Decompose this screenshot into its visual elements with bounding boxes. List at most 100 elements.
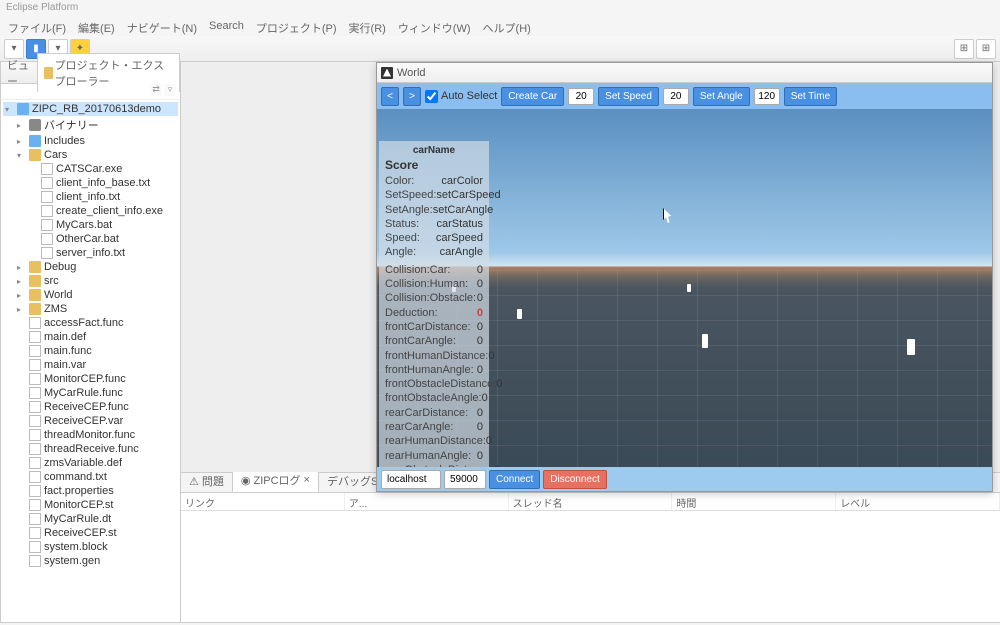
- menu-project[interactable]: プロジェクト(P): [256, 20, 337, 34]
- toolbar-perspective-1[interactable]: ⊞: [954, 39, 974, 59]
- close-icon[interactable]: ×: [304, 474, 310, 486]
- hud-key: Deduction:: [385, 306, 438, 320]
- menu-navigate[interactable]: ナビゲート(N): [127, 20, 197, 34]
- create-car-button[interactable]: Create Car: [501, 87, 564, 106]
- folder-icon: [29, 289, 41, 301]
- tree-node[interactable]: ▸Includes: [3, 134, 178, 148]
- tree-node[interactable]: ▸ZMS: [3, 302, 178, 316]
- link-editor-icon[interactable]: ⇄: [150, 84, 162, 96]
- view-menu-icon[interactable]: ▿: [164, 84, 176, 96]
- auto-select-checkbox[interactable]: Auto Select: [425, 90, 497, 103]
- tab-problems[interactable]: ⚠ 問題: [181, 470, 232, 492]
- tree-node[interactable]: CATSCar.exe: [3, 162, 178, 176]
- view-tabs: ビュー プロジェクト・エクスプローラー: [1, 62, 180, 84]
- col-thread[interactable]: スレッド名: [509, 493, 673, 510]
- col-a[interactable]: ア...: [345, 493, 509, 510]
- col-link[interactable]: リンク: [181, 493, 345, 510]
- menu-file[interactable]: ファイル(F): [8, 20, 66, 34]
- hud-value: 0: [486, 434, 492, 448]
- tree-node[interactable]: accessFact.func: [3, 316, 178, 330]
- world-title-text: World: [397, 67, 426, 79]
- toolbar-perspective-2[interactable]: ⊞: [976, 39, 996, 59]
- world-window: World < > Auto Select Create Car Set Spe…: [376, 62, 993, 492]
- menu-help[interactable]: ヘルプ(H): [483, 20, 531, 34]
- hud-key: frontObstacleAngle:: [385, 391, 482, 405]
- tree-node[interactable]: OtherCar.bat: [3, 232, 178, 246]
- disconnect-button[interactable]: Disconnect: [543, 470, 606, 489]
- tree-node[interactable]: ▸バイナリー: [3, 116, 178, 134]
- menu-search[interactable]: Search: [209, 20, 244, 34]
- chevron-icon[interactable]: ▸: [17, 263, 26, 272]
- unity-icon: [381, 67, 393, 79]
- tree-node-label: ReceiveCEP.st: [44, 527, 117, 539]
- auto-select-input[interactable]: [425, 90, 438, 103]
- tree-root[interactable]: ▾ ZIPC_RB_20170613demo: [3, 102, 178, 116]
- col-level[interactable]: レベル: [836, 493, 1000, 510]
- hud-key: Collision:Car:: [385, 263, 450, 277]
- col-time[interactable]: 時間: [672, 493, 836, 510]
- tree-node[interactable]: system.gen: [3, 554, 178, 568]
- port-input[interactable]: [444, 470, 486, 489]
- menu-run[interactable]: 実行(R): [349, 20, 386, 34]
- tree-node[interactable]: ReceiveCEP.var: [3, 414, 178, 428]
- world-titlebar[interactable]: World: [377, 63, 992, 83]
- tree-node[interactable]: server_info.txt: [3, 246, 178, 260]
- tree-node[interactable]: command.txt: [3, 470, 178, 484]
- tree-node[interactable]: client_info_base.txt: [3, 176, 178, 190]
- tree-node[interactable]: main.func: [3, 344, 178, 358]
- time-input[interactable]: [754, 88, 780, 105]
- file-icon: [41, 191, 53, 203]
- tree-node-label: command.txt: [44, 471, 107, 483]
- host-input[interactable]: [381, 470, 441, 489]
- chevron-icon[interactable]: ▸: [17, 305, 26, 314]
- tree-node[interactable]: threadReceive.func: [3, 442, 178, 456]
- tree-node[interactable]: ▸src: [3, 274, 178, 288]
- set-time-button[interactable]: Set Time: [784, 87, 837, 106]
- file-icon: [29, 429, 41, 441]
- chevron-icon[interactable]: ▸: [17, 137, 26, 146]
- prev-car-button[interactable]: <: [381, 87, 399, 106]
- file-icon: [29, 471, 41, 483]
- tree-node[interactable]: main.def: [3, 330, 178, 344]
- tree-node[interactable]: main.var: [3, 358, 178, 372]
- next-car-button[interactable]: >: [403, 87, 421, 106]
- tree-node-label: system.block: [44, 541, 108, 553]
- speed-input[interactable]: [568, 88, 594, 105]
- menu-window[interactable]: ウィンドウ(W): [398, 20, 471, 34]
- tree-node[interactable]: MonitorCEP.st: [3, 498, 178, 512]
- tree-node[interactable]: system.block: [3, 540, 178, 554]
- chevron-down-icon[interactable]: ▾: [5, 105, 14, 114]
- tree-node[interactable]: MyCarRule.func: [3, 386, 178, 400]
- hud-key: Collision:Human:: [385, 277, 468, 291]
- tree-node[interactable]: MyCarRule.dt: [3, 512, 178, 526]
- tree-node[interactable]: ▾Cars: [3, 148, 178, 162]
- tree-node[interactable]: zmsVariable.def: [3, 456, 178, 470]
- tree-node-label: system.gen: [44, 555, 100, 567]
- hud-key: frontCarAngle:: [385, 334, 456, 348]
- connect-button[interactable]: Connect: [489, 470, 540, 489]
- set-speed-button[interactable]: Set Speed: [598, 87, 659, 106]
- set-angle-button[interactable]: Set Angle: [693, 87, 750, 106]
- tree-node[interactable]: threadMonitor.func: [3, 428, 178, 442]
- file-icon: [29, 359, 41, 371]
- chevron-icon[interactable]: ▸: [17, 291, 26, 300]
- tree-node[interactable]: MonitorCEP.func: [3, 372, 178, 386]
- angle-input[interactable]: [663, 88, 689, 105]
- project-tree[interactable]: ▾ ZIPC_RB_20170613demo ▸バイナリー▸Includes▾C…: [1, 100, 180, 622]
- tree-node[interactable]: MyCars.bat: [3, 218, 178, 232]
- tree-node[interactable]: ReceiveCEP.st: [3, 526, 178, 540]
- chevron-icon[interactable]: ▸: [17, 277, 26, 286]
- tree-node[interactable]: ▸Debug: [3, 260, 178, 274]
- chevron-icon[interactable]: ▸: [17, 121, 26, 130]
- tree-node[interactable]: client_info.txt: [3, 190, 178, 204]
- tree-node-label: main.func: [44, 345, 92, 357]
- chevron-icon[interactable]: ▾: [17, 151, 26, 160]
- menu-edit[interactable]: 編集(E): [78, 20, 115, 34]
- tree-node[interactable]: ▸World: [3, 288, 178, 302]
- log-body[interactable]: [181, 511, 1000, 622]
- tree-node[interactable]: create_client_info.exe: [3, 204, 178, 218]
- scene-viewport[interactable]: carName Score Color:carColorSetSpeed:set…: [377, 109, 992, 467]
- folder-icon: [29, 275, 41, 287]
- tree-node[interactable]: ReceiveCEP.func: [3, 400, 178, 414]
- tree-node[interactable]: fact.properties: [3, 484, 178, 498]
